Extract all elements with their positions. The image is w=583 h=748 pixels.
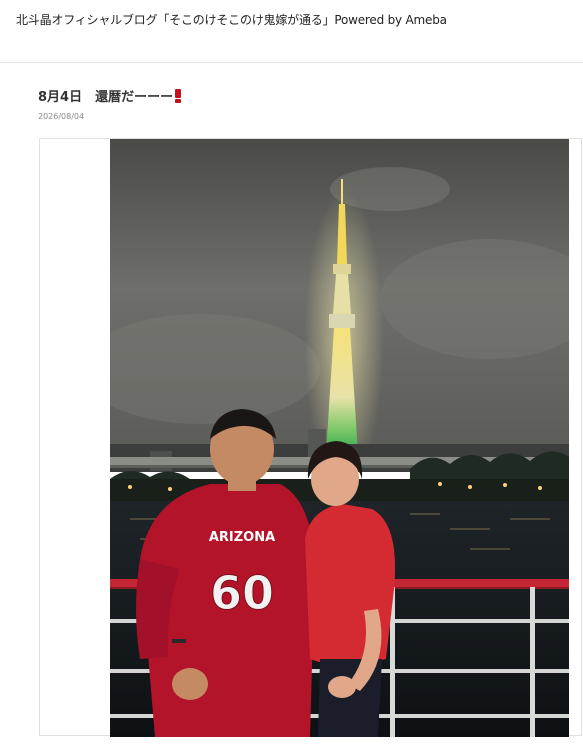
- jersey-text: ARIZONA: [209, 530, 275, 545]
- entry-photo[interactable]: ARIZONA 60: [110, 139, 569, 737]
- blog-title-link[interactable]: 北斗晶オフィシャルブログ「そこのけそこのけ鬼嫁が通る」Powered by Am…: [16, 12, 447, 28]
- entry-date: 2026/08/04: [38, 112, 85, 121]
- photo-illustration: ARIZONA 60: [110, 139, 569, 737]
- entry-title[interactable]: 8月4日 還暦だーーー: [38, 89, 182, 106]
- entry-title-text: 8月4日 還暦だーーー: [38, 90, 174, 105]
- site-header: 北斗晶オフィシャルブログ「そこのけそこのけ鬼嫁が通る」Powered by Am…: [0, 0, 583, 63]
- photo-frame: ARIZONA 60: [39, 138, 582, 737]
- jersey-number: 60: [210, 566, 274, 620]
- blog-entry: 8月4日 還暦だーーー 2026/08/04 ARIZONA 60: [0, 63, 583, 748]
- red-exclamation-icon: [174, 89, 182, 103]
- blog-page: 北斗晶オフィシャルブログ「そこのけそこのけ鬼嫁が通る」Powered by Am…: [0, 0, 583, 748]
